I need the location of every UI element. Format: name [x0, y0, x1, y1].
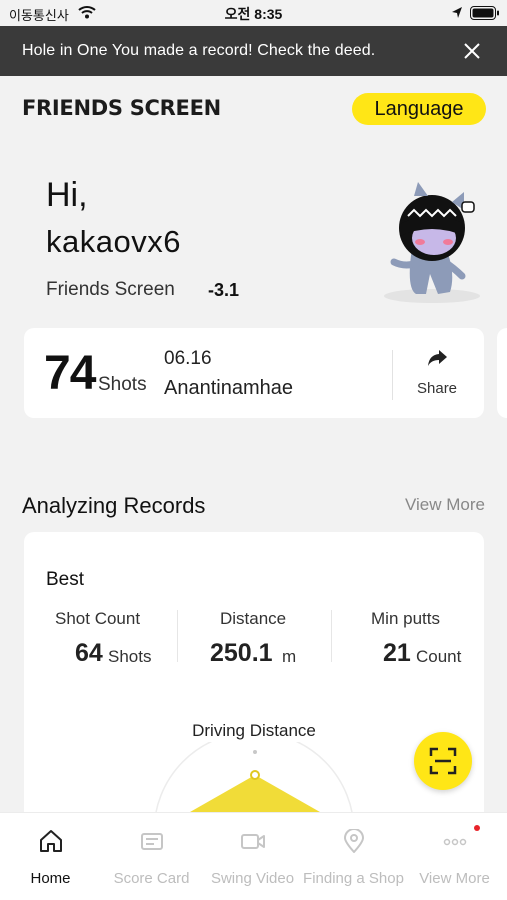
stat-label-min-putts: Min putts	[371, 609, 440, 628]
stat-label-shot-count: Shot Count	[55, 609, 141, 628]
tab-finding-a-shop[interactable]: Finding a Shop	[303, 813, 404, 900]
character-illustration	[384, 182, 480, 303]
video-camera-icon	[241, 834, 265, 849]
share-arrow-icon[interactable]	[426, 348, 448, 368]
stat-divider	[177, 610, 178, 662]
tab-home[interactable]: Home	[0, 813, 101, 900]
status-bar: 이동통신사 오전 8:35	[0, 0, 507, 26]
tab-score-card[interactable]: Score Card	[101, 813, 202, 900]
tab-label-view-more: View More	[419, 870, 490, 887]
tab-swing-video[interactable]: Swing Video	[202, 813, 303, 900]
driving-distance-label: Driving Distance	[192, 721, 316, 740]
round-course: Anantinamhae	[164, 377, 293, 399]
scan-button[interactable]	[414, 732, 472, 790]
home-icon	[40, 830, 62, 852]
tab-view-more[interactable]: View More	[404, 813, 505, 900]
tab-label-score-card: Score Card	[113, 870, 190, 887]
tab-label-swing-video: Swing Video	[210, 870, 295, 887]
stat-unit-min-putts: Count	[416, 647, 462, 666]
banner-message: Hole in One You made a record! Check the…	[22, 42, 376, 59]
driving-distance-point	[250, 770, 260, 780]
stat-label-distance: Distance	[220, 609, 287, 628]
stat-unit-distance: m	[282, 647, 297, 666]
view-more-link[interactable]: View More	[405, 495, 485, 515]
stat-unit-shot-count: Shots	[108, 647, 152, 666]
status-time: 오전 8:35	[224, 6, 283, 22]
share-button[interactable]: Share	[417, 380, 457, 397]
close-icon[interactable]	[463, 42, 481, 60]
notification-dot	[474, 825, 480, 831]
card-divider	[392, 350, 393, 400]
location-arrow-icon	[452, 7, 462, 18]
stat-divider	[331, 610, 332, 662]
best-label: Best	[46, 569, 85, 590]
next-round-card[interactable]	[497, 328, 507, 418]
round-shots-unit: Shots	[98, 374, 147, 395]
records-section-title: Analyzing Records	[22, 493, 206, 518]
stat-value-min-putts: 21	[383, 639, 411, 667]
language-button[interactable]: Language	[352, 93, 486, 125]
bottom-tab-bar: Home Score Card Swing Video Finding a Sh…	[0, 812, 507, 900]
last-round-card[interactable]: 74 Shots 06.16 Anantinamhae Share	[24, 328, 484, 418]
battery-icon	[470, 6, 499, 20]
stat-value-distance: 250.1	[210, 639, 273, 667]
stat-value-shot-count: 64	[75, 639, 103, 667]
handicap-value: -3.1	[208, 280, 240, 300]
location-pin-icon	[343, 829, 365, 853]
username: kakaovx6	[46, 224, 181, 259]
tab-label-finding-a-shop: Finding a Shop	[303, 870, 404, 887]
round-date: 06.16	[164, 348, 212, 369]
greeting: Hi,	[46, 176, 88, 214]
more-dots-icon	[443, 838, 467, 846]
hole-in-one-banner[interactable]: Hole in One You made a record! Check the…	[0, 26, 507, 76]
scan-icon	[429, 747, 457, 775]
tab-label-home: Home	[30, 870, 71, 887]
brand-title: FRIENDS SCREEN	[22, 96, 221, 120]
records-card: Best Shot Count 64 Shots Distance 250.1 …	[24, 532, 484, 832]
score-card-icon	[141, 833, 163, 850]
handicap-label: Friends Screen	[46, 279, 175, 300]
round-shots-value: 74	[44, 347, 96, 400]
